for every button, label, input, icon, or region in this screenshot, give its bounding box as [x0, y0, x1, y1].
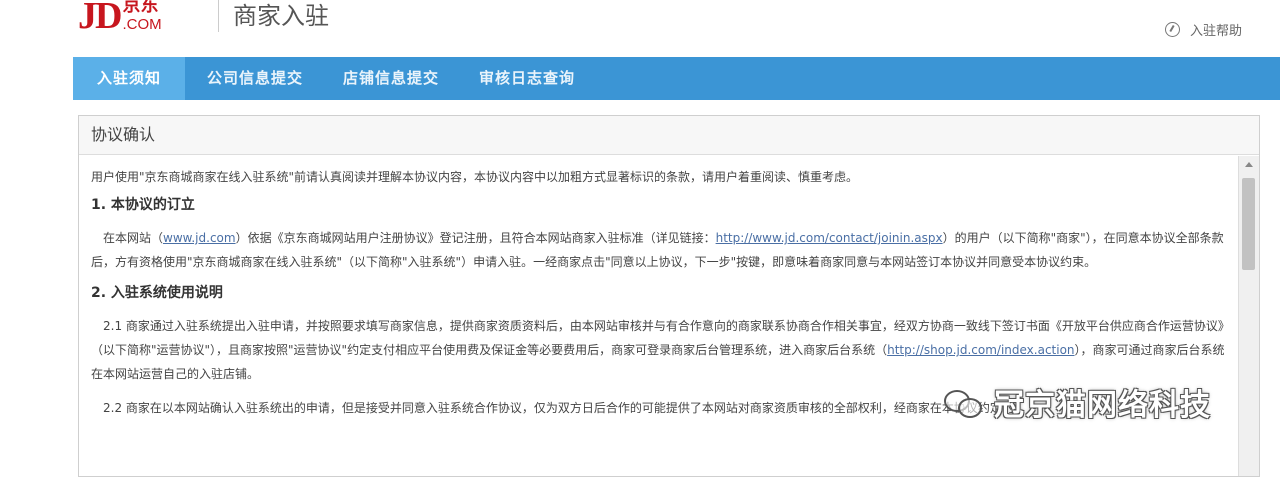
jd-home-link[interactable]: www.jd.com	[163, 231, 236, 245]
logo-jd-text: JD	[78, 0, 122, 37]
section-paragraph: 2.1 商家通过入驻系统提出入驻申请，并按照要求填写商家信息，提供商家资质资料后…	[91, 319, 1225, 381]
shop-backend-link[interactable]: http://shop.jd.com/index.action	[887, 343, 1074, 357]
compass-icon	[1164, 22, 1180, 37]
site-header: JD 京东 .COM 商家入驻 入驻帮助	[0, 0, 1280, 56]
tab-company-info[interactable]: 公司信息提交	[185, 57, 323, 100]
page-title: 商家入驻	[233, 2, 329, 30]
agreement-content[interactable]: 用户使用"京东商城商家在线入驻系统"前请认真阅读并理解本协议内容，本协议内容中以…	[79, 156, 1237, 476]
scroll-up-arrow-icon[interactable]	[1245, 162, 1253, 167]
text-run: 在本网站（	[103, 231, 164, 245]
tab-entry-notice[interactable]: 入驻须知	[73, 57, 186, 100]
agreement-title: 协议确认	[79, 116, 1259, 155]
logo-com-text: .COM	[122, 16, 162, 33]
watermark-text: 冠京猫网络科技	[994, 388, 1211, 423]
section-heading: 2. 入驻系统使用说明	[91, 285, 223, 301]
help-link[interactable]: 入驻帮助	[1164, 20, 1242, 39]
scroll-thumb[interactable]	[1242, 178, 1255, 270]
section-paragraph: 在本网站（www.jd.com）依据《京东商城网站用户注册协议》登记注册，且符合…	[91, 226, 1227, 274]
section-heading: 1. 本协议的订立	[91, 197, 195, 213]
jd-logo[interactable]: JD 京东 .COM	[78, 0, 162, 36]
help-link-label: 入驻帮助	[1189, 24, 1242, 39]
main-nav: 入驻须知 公司信息提交 店铺信息提交 审核日志查询	[73, 57, 1280, 100]
logo-cn-text: 京东	[122, 0, 159, 16]
tab-review-log[interactable]: 审核日志查询	[459, 57, 595, 100]
joinin-link[interactable]: http://www.jd.com/contact/joinin.aspx	[716, 231, 943, 245]
tab-store-info[interactable]: 店铺信息提交	[323, 57, 459, 100]
agreement-intro: 用户使用"京东商城商家在线入驻系统"前请认真阅读并理解本协议内容，本协议内容中以…	[91, 170, 859, 184]
text-run: ）依据《京东商城网站用户注册协议》登记注册，且符合本网站商家入驻标准（详见链接：	[235, 231, 716, 245]
watermark: 冠京猫网络科技	[944, 380, 1211, 424]
logo-divider	[218, 0, 219, 32]
wechat-icon	[944, 386, 984, 418]
vertical-scrollbar[interactable]	[1238, 156, 1259, 476]
